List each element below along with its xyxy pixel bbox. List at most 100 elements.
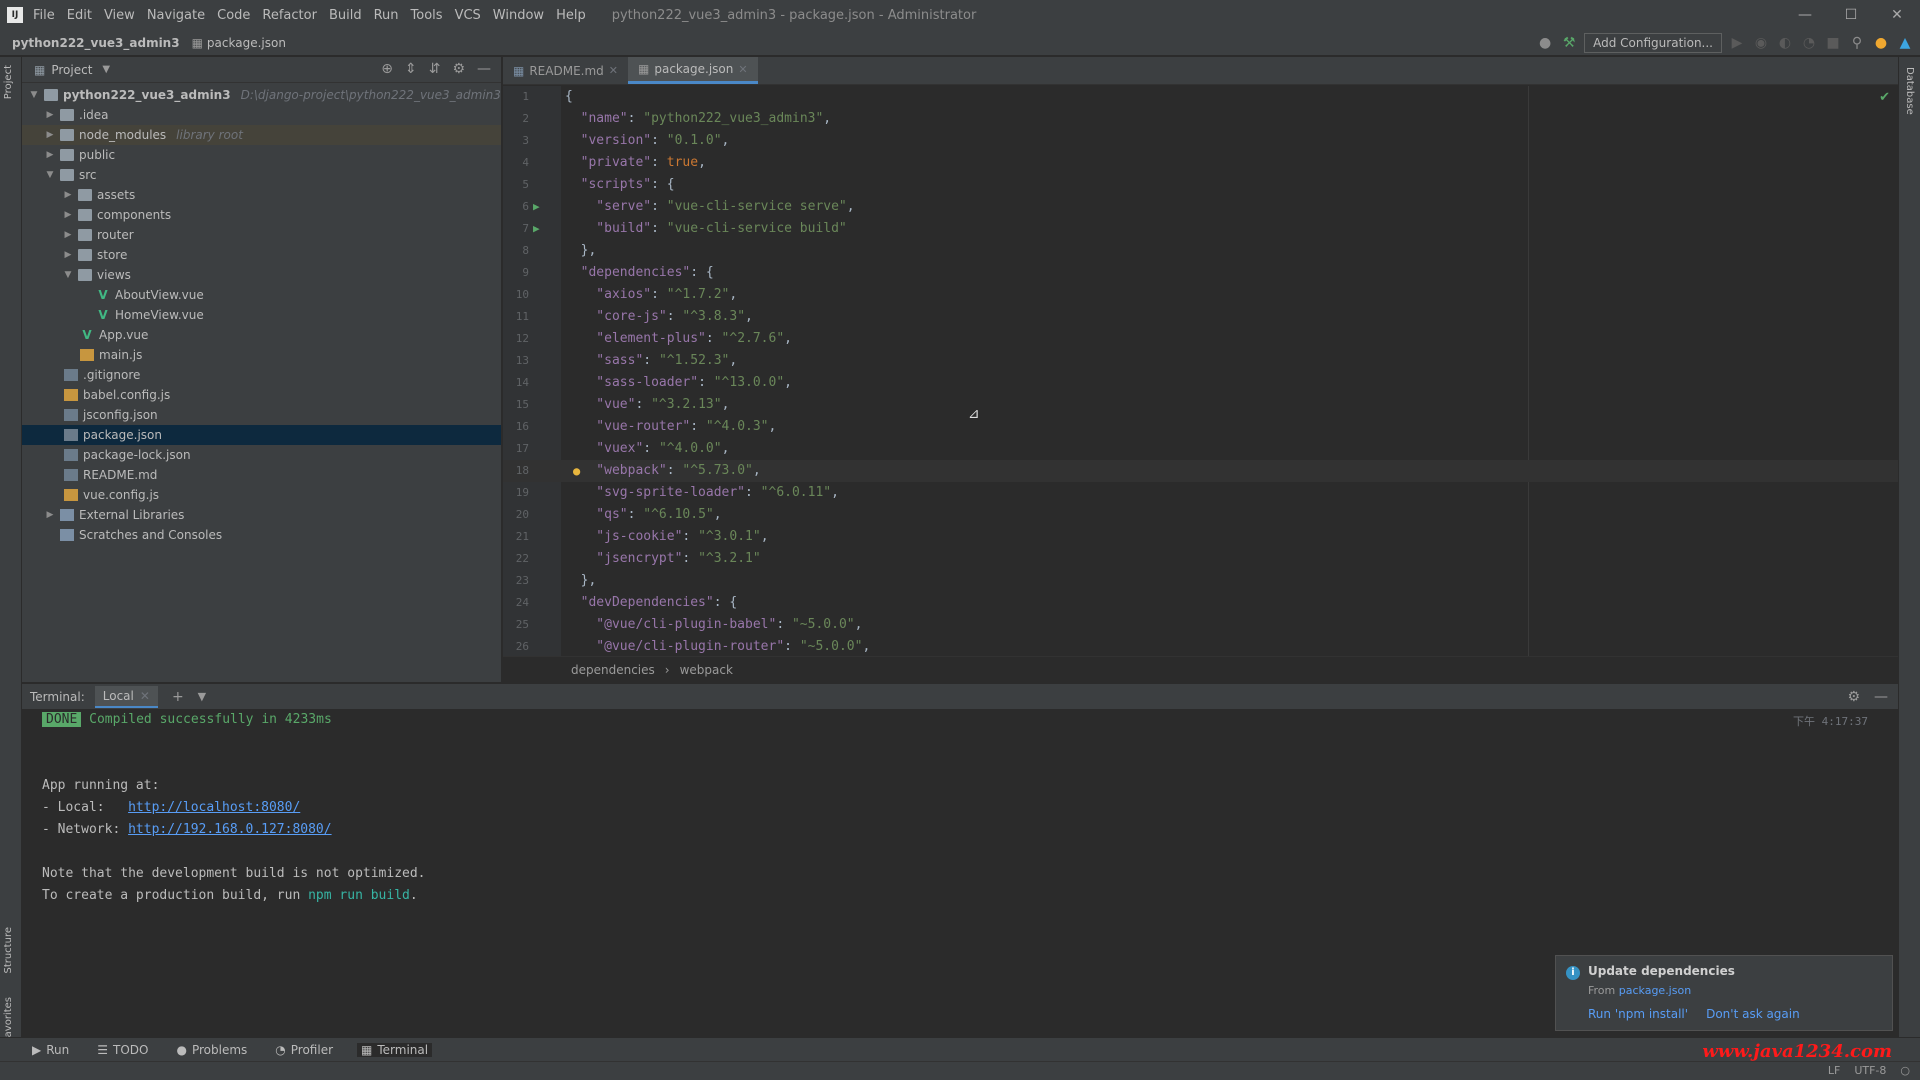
tree-item-public[interactable]: ▶ public: [22, 145, 501, 165]
update-icon[interactable]: ●: [1872, 35, 1890, 51]
close-icon[interactable]: ✕: [1874, 0, 1920, 30]
problems-tool-button[interactable]: ● Problems: [172, 1043, 251, 1057]
tab-package-json[interactable]: ▦ package.json ✕: [628, 57, 758, 84]
profiler-tool-button[interactable]: ◔ Profiler: [271, 1043, 337, 1057]
tree-item-package-json[interactable]: package.json: [22, 425, 501, 445]
close-tab-icon[interactable]: ✕: [738, 63, 747, 76]
code-line[interactable]: 4 "private": true,: [503, 152, 1898, 174]
profile-icon[interactable]: ◔: [1800, 35, 1818, 51]
code-line[interactable]: 3 "version": "0.1.0",: [503, 130, 1898, 152]
menu-build[interactable]: Build: [329, 8, 362, 23]
project-panel-title[interactable]: Project: [51, 63, 92, 77]
close-tab-icon[interactable]: ✕: [609, 64, 618, 77]
chevron-right-icon[interactable]: ▶: [62, 250, 74, 260]
code-line[interactable]: 24 "devDependencies": {: [503, 592, 1898, 614]
tree-item-node-modules[interactable]: ▶ node_modules library root: [22, 125, 501, 145]
chevron-down-icon[interactable]: ▼: [102, 64, 110, 75]
menu-edit[interactable]: Edit: [67, 8, 92, 23]
terminal-tool-button[interactable]: ▦ Terminal: [357, 1042, 433, 1057]
code-line[interactable]: 7 ▶ "build": "vue-cli-service build": [503, 218, 1898, 240]
tree-item-src[interactable]: ▼ src: [22, 165, 501, 185]
code-line[interactable]: 11 "core-js": "^3.8.3",: [503, 306, 1898, 328]
chevron-right-icon[interactable]: ▶: [44, 130, 56, 140]
tree-item-package-lock[interactable]: package-lock.json: [22, 445, 501, 465]
code-line[interactable]: 1{: [503, 86, 1898, 108]
gear-icon[interactable]: ⚙: [452, 61, 465, 77]
code-line[interactable]: 23 },: [503, 570, 1898, 592]
chevron-right-icon[interactable]: ▶: [62, 190, 74, 200]
search-icon[interactable]: ⚲: [1848, 35, 1866, 51]
code-line[interactable]: 20 "qs": "^6.10.5",: [503, 504, 1898, 526]
structure-tool-tab[interactable]: Structure: [3, 927, 14, 974]
build-hammer-icon[interactable]: ⚒: [1560, 35, 1578, 51]
close-tab-icon[interactable]: ✕: [140, 689, 150, 703]
tree-item-components[interactable]: ▶ components: [22, 205, 501, 225]
run-icon[interactable]: ▶: [1728, 35, 1746, 51]
menu-run[interactable]: Run: [374, 8, 399, 23]
tree-item-aboutview[interactable]: V AboutView.vue: [22, 285, 501, 305]
package-json-link[interactable]: package.json: [1619, 984, 1691, 997]
code-line[interactable]: 18 ● "webpack": "^5.73.0",: [503, 460, 1898, 482]
code-line[interactable]: 2 "name": "python222_vue3_admin3",: [503, 108, 1898, 130]
code-line[interactable]: 8 },: [503, 240, 1898, 262]
collapse-all-icon[interactable]: ⇵: [429, 61, 441, 77]
expand-all-icon[interactable]: ⇕: [405, 61, 417, 77]
tree-item-vue-config[interactable]: vue.config.js: [22, 485, 501, 505]
code-line[interactable]: 13 "sass": "^1.52.3",: [503, 350, 1898, 372]
code-line[interactable]: 16 "vue-router": "^4.0.3",: [503, 416, 1898, 438]
inspection-ok-icon[interactable]: ✔: [1879, 90, 1890, 105]
run-script-icon[interactable]: ▶: [533, 196, 540, 218]
code-line[interactable]: 19 "svg-sprite-loader": "^6.0.11",: [503, 482, 1898, 504]
add-configuration-button[interactable]: Add Configuration...: [1584, 33, 1722, 53]
code-line[interactable]: 10 "axios": "^1.7.2",: [503, 284, 1898, 306]
code-line[interactable]: 5 "scripts": {: [503, 174, 1898, 196]
menu-refactor[interactable]: Refactor: [262, 8, 317, 23]
chevron-right-icon[interactable]: ▶: [62, 230, 74, 240]
user-icon[interactable]: ●: [1536, 35, 1554, 51]
tree-item-root[interactable]: ▼ python222_vue3_admin3 D:\django-project\…: [22, 85, 501, 105]
tree-item-jsconfig[interactable]: jsconfig.json: [22, 405, 501, 425]
code-line[interactable]: 21 "js-cookie": "^3.0.1",: [503, 526, 1898, 548]
line-separator-indicator[interactable]: LF: [1828, 1064, 1840, 1077]
menu-file[interactable]: File: [33, 8, 55, 23]
add-terminal-icon[interactable]: +: [172, 689, 184, 705]
jetbrains-icon[interactable]: ▲: [1896, 35, 1914, 51]
tree-item-gitignore[interactable]: .gitignore: [22, 365, 501, 385]
menu-window[interactable]: Window: [493, 8, 544, 23]
breadcrumb-webpack[interactable]: webpack: [680, 663, 733, 677]
minimize-icon[interactable]: —: [1782, 0, 1828, 30]
lock-icon[interactable]: ○: [1900, 1064, 1910, 1077]
tree-item-external-libraries[interactable]: ▶ External Libraries: [22, 505, 501, 525]
tree-item-homeview[interactable]: V HomeView.vue: [22, 305, 501, 325]
locate-icon[interactable]: ⊕: [381, 61, 393, 77]
chevron-right-icon[interactable]: ▶: [44, 150, 56, 160]
chevron-down-icon[interactable]: ▼: [44, 170, 56, 180]
tree-item-assets[interactable]: ▶ assets: [22, 185, 501, 205]
breadcrumb-file[interactable]: ▦ package.json: [192, 36, 286, 50]
menu-navigate[interactable]: Navigate: [147, 8, 205, 23]
tree-item-babel-config[interactable]: babel.config.js: [22, 385, 501, 405]
encoding-indicator[interactable]: UTF-8: [1854, 1064, 1886, 1077]
chevron-right-icon[interactable]: ▶: [44, 510, 56, 520]
code-line[interactable]: 15 "vue": "^3.2.13",: [503, 394, 1898, 416]
tab-readme[interactable]: ▦ README.md ✕: [503, 57, 628, 84]
breadcrumb-dependencies[interactable]: dependencies: [571, 663, 655, 677]
hide-icon[interactable]: —: [477, 61, 491, 77]
menu-tools[interactable]: Tools: [411, 8, 443, 23]
tree-item-readme[interactable]: README.md: [22, 465, 501, 485]
hide-icon[interactable]: —: [1874, 689, 1888, 705]
maximize-icon[interactable]: ☐: [1828, 0, 1874, 30]
menu-vcs[interactable]: VCS: [455, 8, 481, 23]
project-tool-tab[interactable]: Project: [3, 65, 14, 99]
run-script-icon[interactable]: ▶: [533, 218, 540, 240]
run-tool-button[interactable]: ▶ Run: [28, 1043, 73, 1057]
network-url-link[interactable]: http://192.168.0.127:8080/: [128, 822, 332, 837]
debug-icon[interactable]: ◉: [1752, 35, 1770, 51]
code-line[interactable]: 9 "dependencies": {: [503, 262, 1898, 284]
code-line[interactable]: 12 "element-plus": "^2.7.6",: [503, 328, 1898, 350]
menu-view[interactable]: View: [104, 8, 135, 23]
run-npm-install-link[interactable]: Run 'npm install': [1588, 1007, 1688, 1021]
chevron-down-icon[interactable]: ▼: [28, 90, 40, 100]
local-url-link[interactable]: http://localhost:8080/: [128, 800, 300, 815]
gear-icon[interactable]: ⚙: [1847, 689, 1860, 705]
